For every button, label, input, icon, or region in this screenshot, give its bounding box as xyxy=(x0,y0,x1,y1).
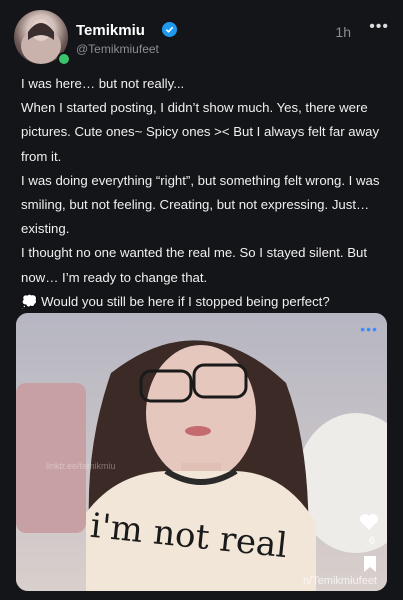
author-name[interactable]: Temikmiu xyxy=(76,22,145,39)
like-count: 6 xyxy=(368,535,375,547)
online-status-dot xyxy=(57,52,71,66)
post-more-options-icon[interactable]: ••• xyxy=(369,18,389,36)
post-line-2: When I started posting, I didn’t show mu… xyxy=(21,100,380,164)
post-line-3: I was doing everything “right”, but some… xyxy=(21,172,380,237)
verified-badge-icon xyxy=(162,22,177,37)
post-body: I was here… but not really... When I sta… xyxy=(21,72,385,314)
post-header: Temikmiu @Temikmiufeet 1h ••• xyxy=(14,10,389,66)
bookmark-icon[interactable] xyxy=(363,555,377,573)
post-line-1: I was here… but not really... xyxy=(21,76,185,91)
author-handle[interactable]: @Temikmiufeet xyxy=(76,42,159,56)
image-watermark: n/Temikmiufeet xyxy=(303,575,377,587)
post-time: 1h xyxy=(335,24,351,40)
media-more-options-icon[interactable]: ••• xyxy=(360,321,378,337)
post-line-5: 💭 Would you still be here if I stopped b… xyxy=(21,293,330,309)
faint-watermark: linktr.ee/temikmiu xyxy=(46,461,116,471)
post-card: Temikmiu @Temikmiufeet 1h ••• I was here… xyxy=(0,0,403,600)
post-line-4: I thought no one wanted the real me. So … xyxy=(21,245,368,285)
post-media-image[interactable]: linktr.ee/temikmiu i'm not real ••• 6 n/… xyxy=(16,313,387,591)
